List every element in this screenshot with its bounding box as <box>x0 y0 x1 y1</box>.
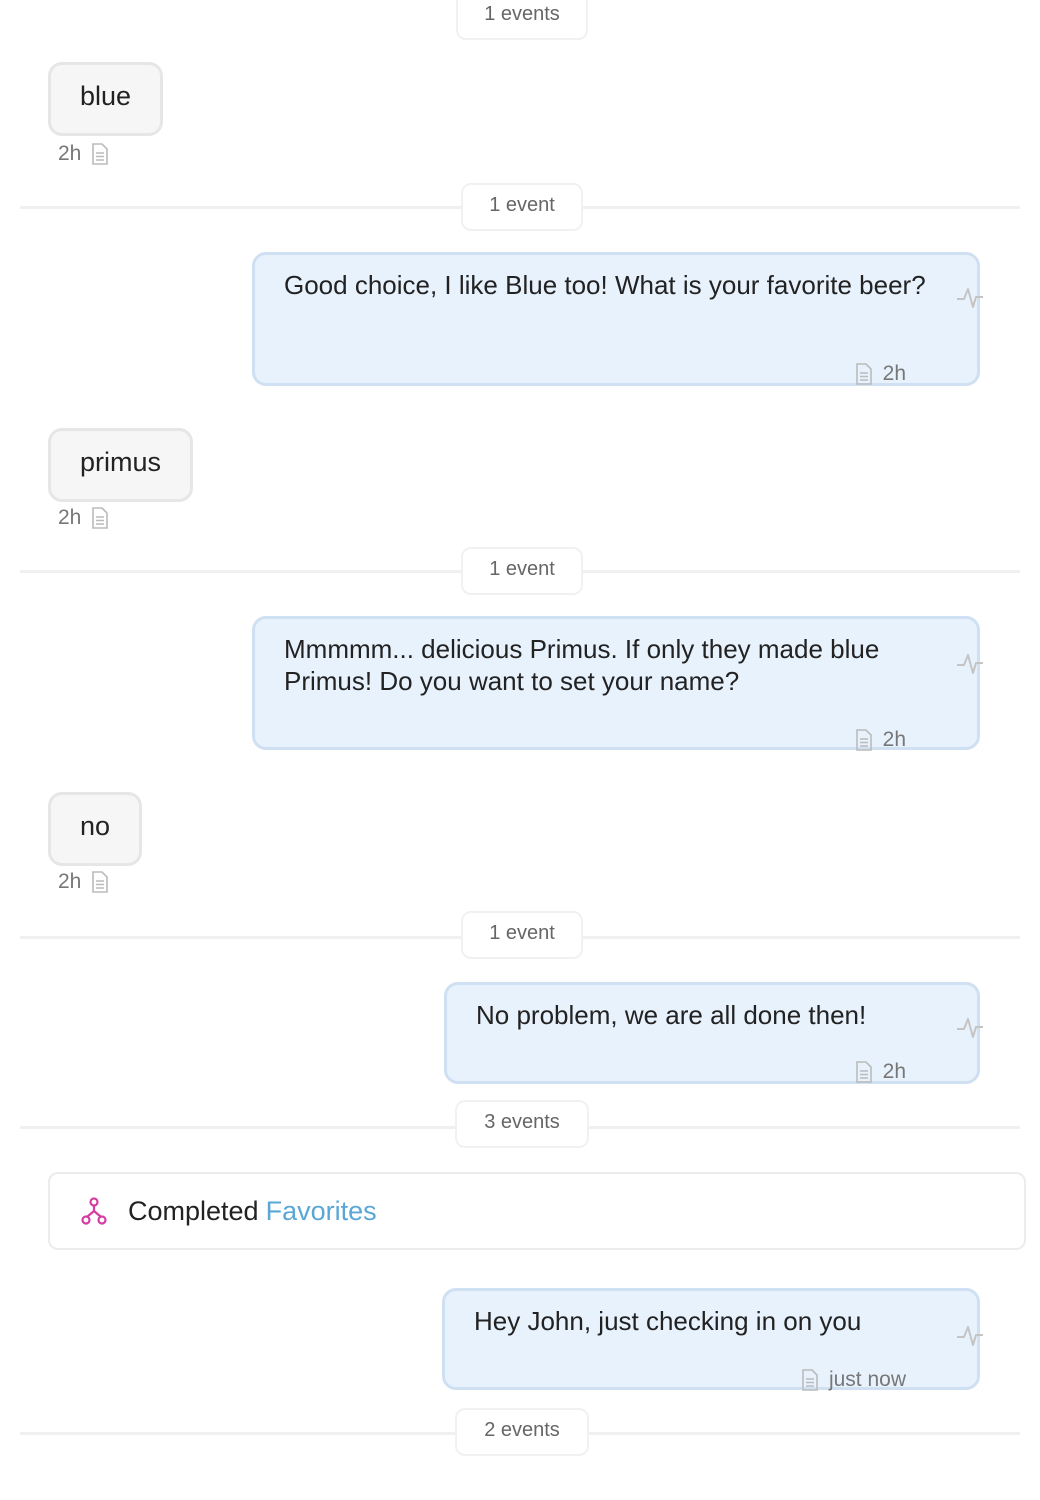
message-text: blue <box>80 81 132 111</box>
incoming-message: primus <box>48 428 194 502</box>
message-meta: 2h <box>58 504 109 532</box>
document-icon[interactable] <box>855 363 873 385</box>
document-icon[interactable] <box>855 1061 873 1083</box>
message-text: Good choice, I like Blue too! What is yo… <box>284 270 926 300</box>
message-time: 2h <box>882 362 906 385</box>
message-text: primus <box>80 447 162 477</box>
message-meta: just now <box>801 1366 906 1394</box>
message-text: no <box>80 811 111 841</box>
incoming-message: no <box>48 792 143 866</box>
message-text: No problem, we are all done then! <box>476 1000 867 1030</box>
flow-completed-card: Completed Favorites <box>48 1172 1026 1250</box>
message-time: 2h <box>58 142 82 165</box>
incoming-message: blue <box>48 62 164 136</box>
event-count-pill[interactable]: 1 event <box>461 911 583 959</box>
flow-icon <box>81 1197 107 1225</box>
message-time: just now <box>828 1368 906 1391</box>
document-icon[interactable] <box>801 1369 819 1391</box>
message-meta: 2h <box>58 140 109 168</box>
message-text: Hey John, just checking in on you <box>474 1306 862 1336</box>
document-icon[interactable] <box>91 143 109 165</box>
pulse-icon[interactable] <box>956 1013 984 1041</box>
message-time: 2h <box>58 870 82 893</box>
event-count-pill[interactable]: 3 events <box>455 1100 589 1148</box>
flow-name-link[interactable]: Favorites <box>266 1196 377 1227</box>
pulse-icon[interactable] <box>956 283 984 311</box>
flow-status-text: Completed <box>128 1195 259 1226</box>
message-time: 2h <box>882 728 906 751</box>
event-count-pill[interactable]: 1 event <box>461 547 583 595</box>
event-count-pill[interactable]: 2 events <box>455 1408 589 1456</box>
document-icon[interactable] <box>855 729 873 751</box>
message-time: 2h <box>58 506 82 529</box>
document-icon[interactable] <box>91 871 109 893</box>
message-meta: 2h <box>855 726 906 754</box>
event-count-pill[interactable]: 1 event <box>461 183 583 231</box>
message-meta: 2h <box>58 868 109 896</box>
message-text: Mmmmm... delicious Primus. If only they … <box>284 634 880 696</box>
message-meta: 2h <box>855 360 906 388</box>
document-icon[interactable] <box>91 507 109 529</box>
message-time: 2h <box>882 1060 906 1083</box>
event-count-pill[interactable]: 1 events <box>456 0 588 40</box>
pulse-icon[interactable] <box>956 1321 984 1349</box>
pulse-icon[interactable] <box>956 649 984 677</box>
message-meta: 2h <box>855 1058 906 1086</box>
